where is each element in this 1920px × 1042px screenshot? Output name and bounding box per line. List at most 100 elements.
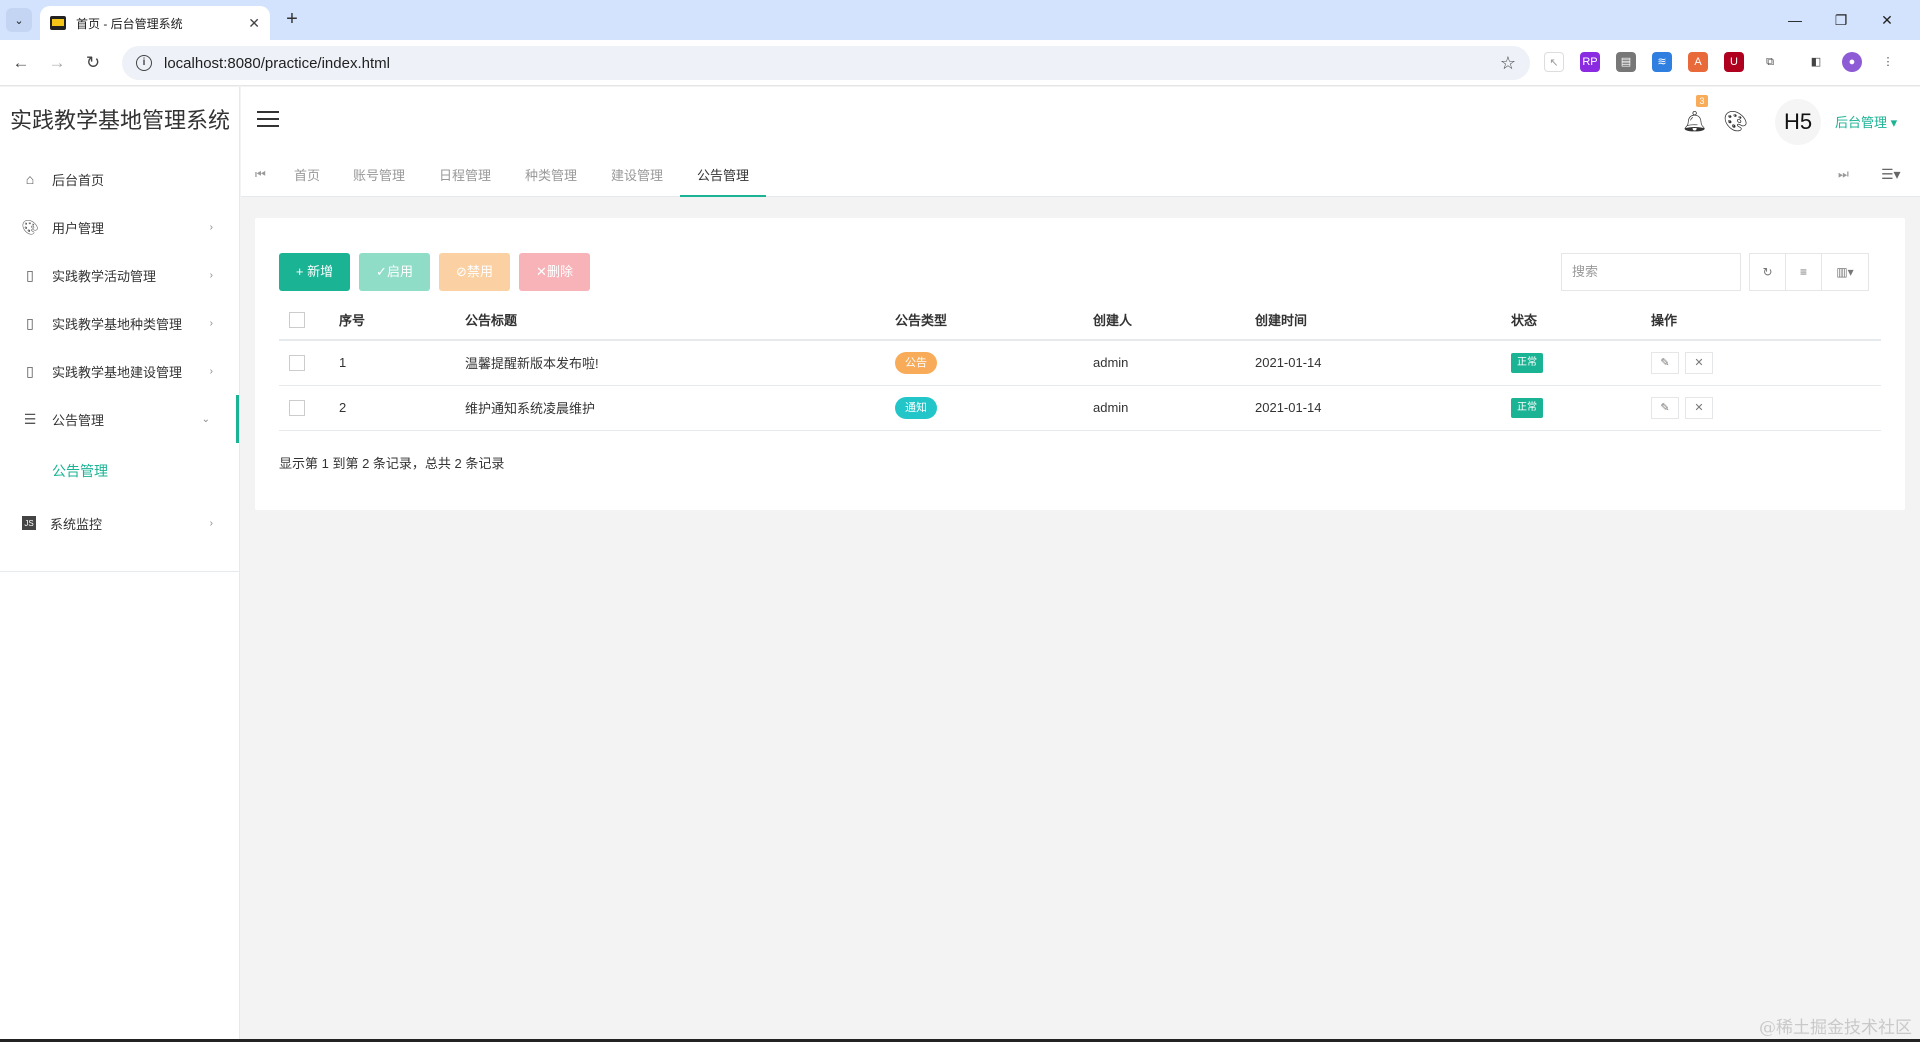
- type-badge: 公告: [895, 351, 937, 374]
- page-tabs-bar: ⏮ 首页 账号管理 日程管理 种类管理 建设管理 公告管理 ⏭ ☰▾: [241, 155, 1920, 197]
- tab-schedule[interactable]: 日程管理: [433, 155, 497, 197]
- columns-icon[interactable]: ▥▾: [1822, 254, 1868, 290]
- watermark: @稀土掘金技术社区: [1759, 1018, 1912, 1038]
- add-button[interactable]: + 新增: [279, 253, 350, 291]
- row-created: 2021-01-14: [1255, 385, 1511, 431]
- table-row: 1 温馨提醒新版本发布啦! 公告 admin 2021-01-14 正常 ✎ ✕: [279, 340, 1881, 386]
- chevron-right-icon: ›: [209, 317, 213, 329]
- user-menu-dropdown[interactable]: 后台管理 ▾: [1835, 112, 1897, 131]
- sidebar-item-label: 实践教学活动管理: [52, 268, 157, 284]
- extension-a-icon[interactable]: A: [1688, 52, 1708, 72]
- browser-tabstrip: ⌄ 首页 - 后台管理系统 ✕ + — ❐ ✕: [0, 0, 1920, 40]
- app-logo: 实践教学基地管理系统: [10, 108, 231, 133]
- js-icon: JS: [22, 516, 36, 530]
- sidepanel-icon[interactable]: ◧: [1806, 52, 1826, 72]
- tab-notices[interactable]: 公告管理: [680, 155, 766, 197]
- tabs-scroll-right-icon[interactable]: ⏭: [1838, 167, 1849, 182]
- new-tab-button[interactable]: +: [280, 8, 304, 32]
- sidebar-item-label: 公告管理: [52, 412, 105, 428]
- profile-avatar-icon[interactable]: ●: [1842, 52, 1862, 72]
- row-title: 温馨提醒新版本发布啦!: [465, 340, 895, 386]
- sidebar-item-users[interactable]: 🎨︎ 用户管理 ›: [0, 203, 239, 251]
- extension-window-icon[interactable]: ▤: [1616, 52, 1636, 72]
- user-menu-label: 后台管理: [1835, 115, 1888, 130]
- row-actions: ✎ ✕: [1651, 385, 1881, 431]
- menu-toggle-icon[interactable]: [257, 111, 279, 129]
- tabs-scroll-left-icon[interactable]: ⏮: [255, 167, 266, 182]
- extension-layers-icon[interactable]: ≋: [1652, 52, 1672, 72]
- close-icon: ✕: [1694, 356, 1704, 369]
- list-icon: ☰: [23, 410, 37, 427]
- chevron-right-icon: ›: [209, 269, 213, 281]
- tab-construction[interactable]: 建设管理: [605, 155, 669, 197]
- enable-button[interactable]: ✓启用: [359, 253, 430, 291]
- row-checkbox[interactable]: [289, 355, 305, 372]
- reload-button[interactable]: ↻: [82, 52, 104, 74]
- home-icon: ⌂: [25, 171, 35, 187]
- table-tools: ↻ ≡ ▥▾: [1749, 253, 1869, 291]
- tab-types[interactable]: 种类管理: [519, 155, 583, 197]
- extensions-puzzle-icon[interactable]: ⧉: [1760, 52, 1780, 72]
- tabs-options-icon[interactable]: ☰▾: [1881, 166, 1901, 183]
- file-icon: ▯: [26, 314, 34, 331]
- tab-accounts[interactable]: 账号管理: [347, 155, 411, 197]
- restore-button[interactable]: ❐: [1818, 12, 1864, 29]
- row-id: 1: [339, 340, 465, 386]
- refresh-icon[interactable]: ↻: [1750, 254, 1786, 290]
- forward-button[interactable]: →: [46, 52, 68, 74]
- remove-button[interactable]: ✕: [1685, 351, 1713, 374]
- disable-button[interactable]: ⊘禁用: [439, 253, 510, 291]
- sidebar-item-notices[interactable]: ☰ 公告管理 ⌄: [0, 395, 239, 443]
- search-input[interactable]: 搜索: [1561, 253, 1741, 291]
- column-header[interactable]: 序号: [339, 300, 465, 341]
- chevron-down-icon: ⌄: [201, 413, 210, 425]
- select-all-cell: [279, 300, 339, 341]
- window-controls: — ❐ ✕: [1772, 0, 1910, 40]
- column-header[interactable]: 创建人: [1093, 300, 1255, 341]
- bookmark-star-icon[interactable]: ☆: [1500, 53, 1516, 74]
- sidebar-item-home[interactable]: ⌂ 后台首页: [0, 155, 239, 203]
- select-all-checkbox[interactable]: [289, 311, 305, 328]
- row-creator: admin: [1093, 340, 1255, 386]
- remove-button[interactable]: ✕: [1685, 396, 1713, 419]
- extension-shield-icon[interactable]: U: [1724, 52, 1744, 72]
- extension-cursor-icon[interactable]: ↖: [1544, 52, 1564, 72]
- theme-palette-icon[interactable]: 🎨︎: [1723, 109, 1748, 134]
- column-header[interactable]: 公告标题: [465, 300, 895, 341]
- back-button[interactable]: ←: [10, 52, 32, 74]
- row-checkbox[interactable]: [289, 399, 305, 416]
- chevron-right-icon: ›: [209, 365, 213, 377]
- bell-icon[interactable]: 🔔︎: [1682, 109, 1707, 134]
- extension-rp-icon[interactable]: RP: [1580, 52, 1600, 72]
- column-header[interactable]: 状态: [1511, 300, 1651, 341]
- row-status-cell: 正常: [1511, 385, 1651, 431]
- column-header[interactable]: 公告类型: [895, 300, 1093, 341]
- column-header[interactable]: 操作: [1651, 300, 1881, 341]
- close-window-button[interactable]: ✕: [1864, 12, 1910, 29]
- avatar[interactable]: H5: [1775, 99, 1821, 145]
- tab-search-button[interactable]: ⌄: [6, 8, 32, 32]
- edit-button[interactable]: ✎: [1651, 351, 1679, 374]
- edit-button[interactable]: ✎: [1651, 396, 1679, 419]
- pagination-info: 显示第 1 到第 2 条记录，总共 2 条记录: [279, 456, 505, 471]
- notice-panel: + 新增 ✓启用 ⊘禁用 ✕删除 搜索 ↻ ≡ ▥▾ 序号 公告标题 公告类型 …: [255, 218, 1905, 510]
- toggle-view-icon[interactable]: ≡: [1786, 254, 1822, 290]
- tab-home[interactable]: 首页: [287, 155, 327, 197]
- omnibox[interactable]: i localhost:8080/practice/index.html ☆: [122, 46, 1530, 80]
- browser-tab[interactable]: 首页 - 后台管理系统 ✕: [40, 6, 270, 40]
- row-title: 维护通知系统凌晨维护: [465, 385, 895, 431]
- pencil-icon: ✎: [1660, 356, 1670, 369]
- status-badge: 正常: [1511, 397, 1543, 418]
- sidebar-item-activities[interactable]: ▯ 实践教学活动管理 ›: [0, 251, 239, 299]
- sidebar-item-base-types[interactable]: ▯ 实践教学基地种类管理 ›: [0, 299, 239, 347]
- minimize-button[interactable]: —: [1772, 12, 1818, 28]
- delete-button[interactable]: ✕删除: [519, 253, 590, 291]
- site-info-icon[interactable]: i: [136, 55, 152, 71]
- column-header[interactable]: 创建时间: [1255, 300, 1511, 341]
- sidebar-item-monitor[interactable]: JS 系统监控 ›: [0, 499, 239, 547]
- sidebar-item-base-construction[interactable]: ▯ 实践教学基地建设管理 ›: [0, 347, 239, 395]
- sidebar-subitem-notices[interactable]: 公告管理: [0, 443, 239, 499]
- close-tab-icon[interactable]: ✕: [248, 15, 260, 32]
- browser-menu-icon[interactable]: ⋮: [1878, 52, 1898, 72]
- sidebar-item-label: 实践教学基地建设管理: [52, 364, 183, 380]
